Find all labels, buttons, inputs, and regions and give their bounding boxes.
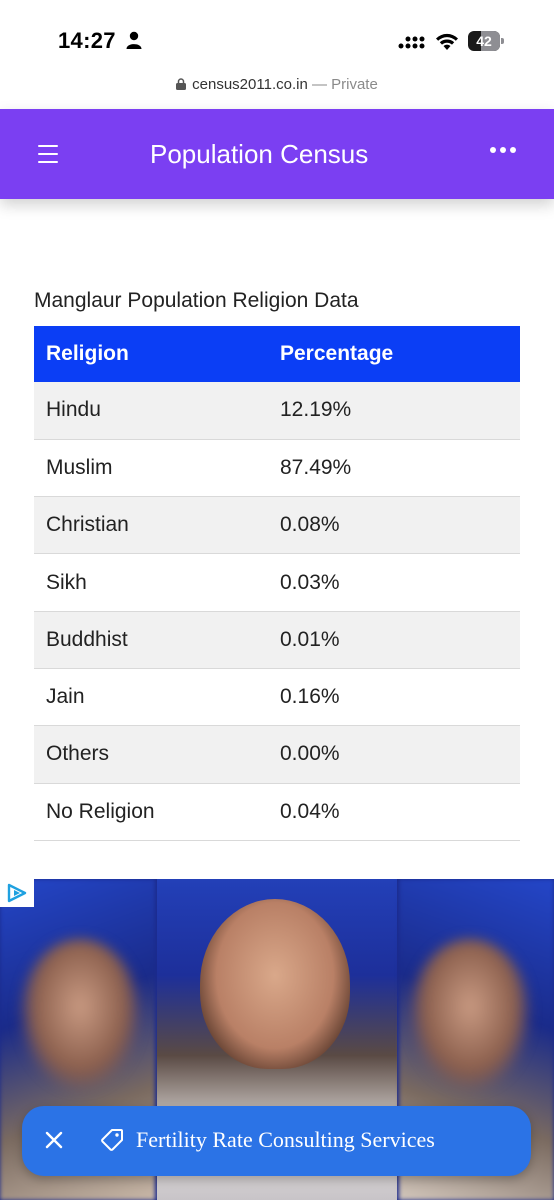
percentage-cell: 12.19% (280, 398, 352, 422)
site-header: Population Census (0, 109, 554, 199)
table-header-row: Religion Percentage (34, 326, 520, 382)
table-row: Hindu 12.19% (34, 382, 520, 440)
hamburger-icon[interactable] (38, 145, 58, 163)
percentage-cell: 0.01% (280, 627, 340, 651)
percentage-cell: 0.00% (280, 742, 340, 766)
percentage-cell: 0.03% (280, 570, 340, 594)
religion-cell: Muslim (46, 455, 113, 479)
percentage-cell: 0.08% (280, 513, 340, 537)
more-dots-icon[interactable] (490, 147, 516, 155)
percentage-cell: 0.16% (280, 685, 340, 709)
tag-icon (101, 1129, 123, 1151)
percentage-cell: 0.04% (280, 799, 340, 823)
person-icon (126, 31, 142, 49)
religion-cell: Christian (46, 513, 129, 537)
table-row: Sikh 0.03% (34, 554, 520, 612)
table-row: No Religion 0.04% (34, 783, 520, 841)
floating-ad-label[interactable]: Fertility Rate Consulting Services (136, 1127, 435, 1153)
column-header-religion: Religion (46, 342, 129, 365)
adchoices-icon[interactable] (0, 879, 34, 907)
battery-level: 42 (476, 33, 492, 49)
religion-cell: Sikh (46, 570, 87, 594)
floating-ad-bar[interactable]: Fertility Rate Consulting Services (22, 1106, 531, 1176)
lock-icon (176, 78, 187, 90)
close-icon[interactable] (44, 1130, 64, 1150)
battery-icon: 42 (468, 31, 504, 51)
table-row: Christian 0.08% (34, 496, 520, 554)
table-row: Muslim 87.49% (34, 439, 520, 497)
status-bar: 14:27 42 (0, 0, 554, 74)
cellular-signal-icon (398, 36, 425, 49)
url-text: census2011.co.in (192, 76, 308, 93)
wifi-icon (436, 33, 458, 50)
religion-cell: Buddhist (46, 627, 128, 651)
religion-cell: Jain (46, 685, 85, 709)
section-title: Manglaur Population Religion Data (34, 289, 359, 312)
status-time: 14:27 (58, 28, 116, 53)
religion-cell: No Religion (46, 799, 155, 823)
religion-table: Religion Percentage Hindu 12.19% Muslim … (34, 326, 520, 841)
religion-cell: Hindu (46, 398, 101, 422)
table-row: Jain 0.16% (34, 668, 520, 726)
table-row: Others 0.00% (34, 725, 520, 784)
site-title[interactable]: Population Census (150, 139, 464, 170)
table-row: Buddhist 0.01% (34, 611, 520, 669)
browser-url-bar[interactable]: census2011.co.in — Private (0, 76, 554, 100)
religion-cell: Others (46, 742, 110, 766)
percentage-cell: 87.49% (280, 455, 352, 479)
column-header-percentage: Percentage (280, 342, 394, 365)
private-label: — Private (311, 76, 378, 93)
